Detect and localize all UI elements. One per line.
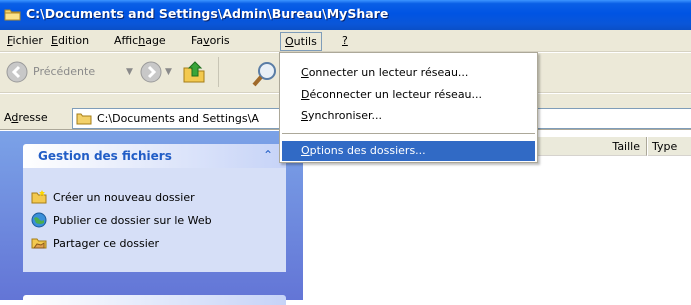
window-title: C:\Documents and Settings\Admin\Bureau\M… <box>26 6 389 21</box>
task-link-label: Publier ce dossier sur le Web <box>53 214 212 227</box>
menu-item-folder-options[interactable]: Options des dossiers... <box>282 141 535 161</box>
second-panel-header[interactable] <box>23 295 286 305</box>
menu-bar: Fichier Edition Affichage Favoris Outils… <box>0 30 691 52</box>
forward-dropdown-icon[interactable]: ▼ <box>165 67 172 77</box>
back-dropdown-icon[interactable]: ▼ <box>126 67 133 77</box>
menu-outils[interactable]: Outils <box>280 32 322 51</box>
title-bar[interactable]: C:\Documents and Settings\Admin\Bureau\M… <box>0 0 691 30</box>
address-folder-icon <box>76 111 92 129</box>
share-folder-icon <box>31 235 47 254</box>
folder-icon <box>4 7 22 25</box>
menu-item-connect-drive[interactable]: Connecter un lecteur réseau... <box>282 63 535 83</box>
collapse-chevron-icon[interactable]: ⌃ <box>263 148 273 162</box>
menu-item-disconnect-drive[interactable]: Déconnecter un lecteur réseau... <box>282 85 535 105</box>
menu-edition[interactable]: Edition <box>51 34 89 47</box>
column-header-taille[interactable]: Taille <box>535 137 647 156</box>
menu-separator <box>282 133 535 134</box>
menu-fichier[interactable]: Fichier <box>7 34 43 47</box>
forward-arrow-icon[interactable] <box>140 61 162 86</box>
address-value: C:\Documents and Settings\A <box>97 112 259 125</box>
tools-dropdown-menu: Connecter un lecteur réseau... Déconnect… <box>279 52 538 163</box>
tasks-panel-title: Gestion des fichiers <box>38 149 172 163</box>
column-header-type[interactable]: Type <box>648 137 691 156</box>
new-folder-icon <box>31 189 47 208</box>
task-link-label: Partager ce dossier <box>53 237 160 250</box>
search-icon[interactable] <box>251 61 279 90</box>
toolbar-separator <box>218 57 219 87</box>
tasks-panel-body: Créer un nouveau dossier Publier ce doss… <box>23 168 286 272</box>
folder-up-icon[interactable] <box>182 59 208 88</box>
task-link-label: Créer un nouveau dossier <box>53 191 195 204</box>
tasks-panel-header[interactable]: Gestion des fichiers ⌃ <box>23 144 286 168</box>
back-button-label[interactable]: Précédente <box>33 65 95 78</box>
back-arrow-icon[interactable] <box>6 61 28 86</box>
menu-affichage[interactable]: Affichage <box>114 34 166 47</box>
menu-item-synchronize[interactable]: Synchroniser... <box>282 106 535 126</box>
menu-favoris[interactable]: Favoris <box>191 34 230 47</box>
address-label: Adresse <box>4 111 48 124</box>
publish-web-icon <box>31 212 47 231</box>
menu-help[interactable]: ? <box>342 34 348 47</box>
task-pane: Gestion des fichiers ⌃ Créer un nouveau … <box>0 131 303 305</box>
